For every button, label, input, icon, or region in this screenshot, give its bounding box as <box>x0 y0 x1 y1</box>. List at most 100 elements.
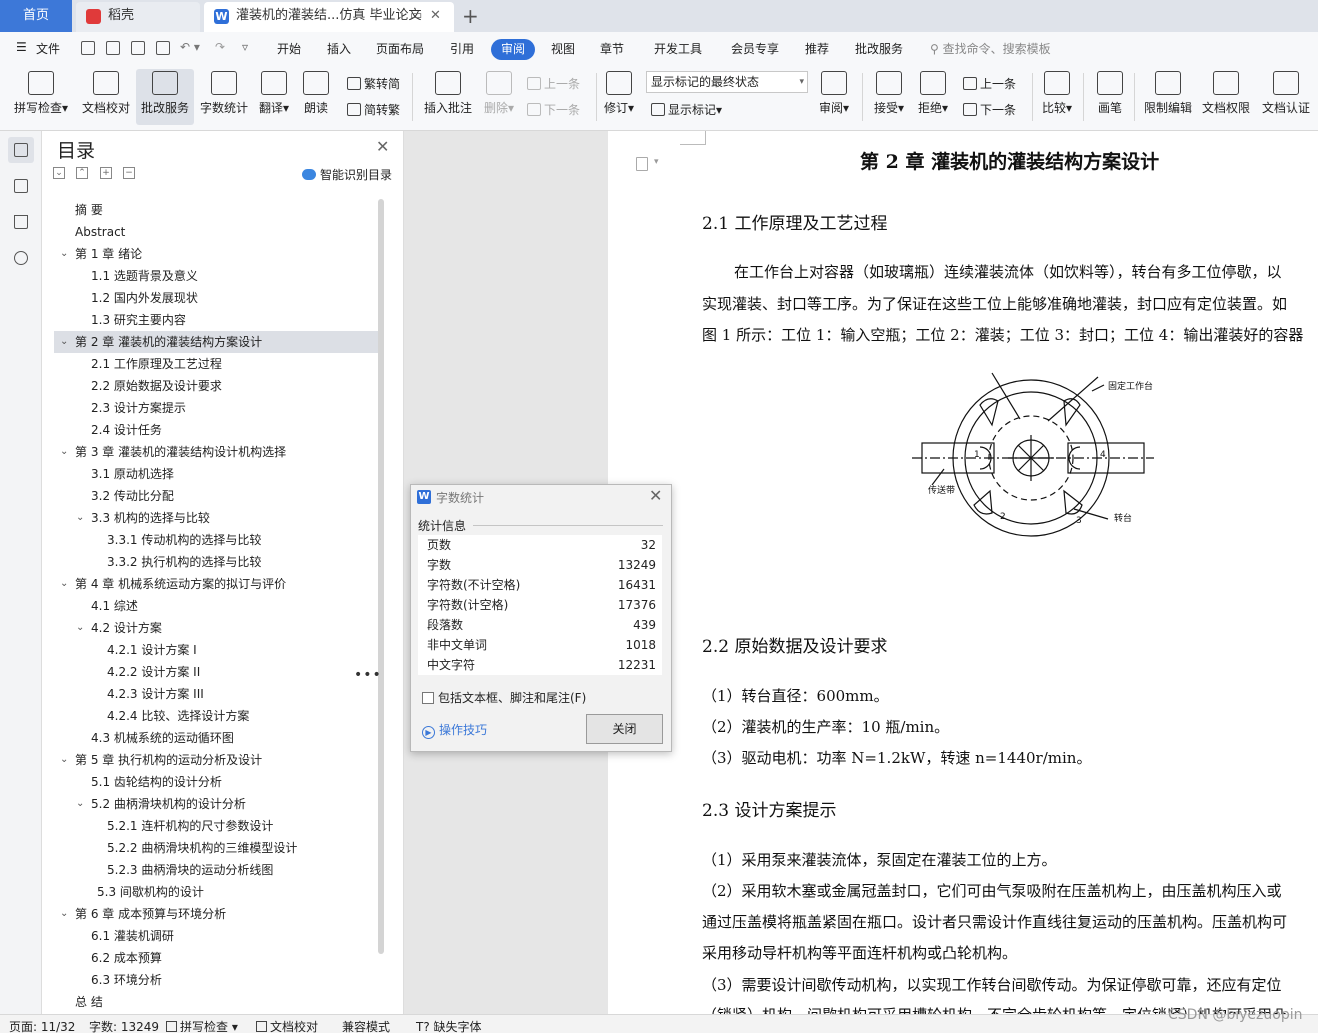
toc-item[interactable]: ⌄ 第 2 章 灌装机的灌装结构方案设计 <box>54 331 380 353</box>
grading-button[interactable]: 批改服务 <box>136 69 194 125</box>
toc-item[interactable]: 3.3.1 传动机构的选择与比较 <box>54 529 380 551</box>
customize-icon[interactable]: ▿ <box>242 40 248 54</box>
close-button[interactable]: 关闭 <box>586 714 663 744</box>
chevron-down-icon[interactable]: ⌄ <box>76 617 84 639</box>
hamburger-icon[interactable]: ☰ <box>16 40 27 54</box>
new-tab-icon[interactable]: + <box>462 2 479 30</box>
toc-item[interactable]: 总 结 <box>54 991 380 1013</box>
word-count-button[interactable]: 字数统计 <box>197 69 251 125</box>
chevron-down-icon[interactable]: ▾ <box>654 157 659 167</box>
menu-reference[interactable]: 引用 <box>450 40 474 57</box>
preview-icon[interactable] <box>156 41 170 55</box>
undo-icon[interactable]: ↶ ▾ <box>180 40 200 54</box>
markup-state-select[interactable]: 显示标记的最终状态 ▾ <box>646 71 808 93</box>
chevron-down-icon[interactable]: ⌄ <box>60 331 68 353</box>
read-aloud-button[interactable]: 朗读 <box>298 69 334 125</box>
navigation-button[interactable] <box>8 173 34 199</box>
show-markup-button[interactable]: 显示标记▾ <box>651 101 722 118</box>
chevron-down-icon[interactable]: ⌄ <box>76 507 84 529</box>
collapse-all-icon[interactable]: ⌄ <box>53 167 65 179</box>
toc-item[interactable]: 2.4 设计任务 <box>54 419 380 441</box>
toc-item[interactable]: 3.3.2 执行机构的选择与比较 <box>54 551 380 573</box>
restrict-edit-button[interactable]: 限制编辑 <box>1141 69 1195 125</box>
missing-font[interactable]: T? 缺失字体 <box>416 1018 482 1033</box>
tab-home[interactable]: 首页 <box>0 0 72 32</box>
toc-scrollbar[interactable] <box>378 199 384 954</box>
menu-devtools[interactable]: 开发工具 <box>654 40 702 57</box>
toc-item[interactable]: 4.2.2 设计方案 II <box>54 661 380 683</box>
insert-comment-button[interactable]: 插入批注 <box>421 69 475 125</box>
toc-item[interactable]: 4.1 综述 <box>54 595 380 617</box>
toc-item[interactable]: ⌄ 第 1 章 绪论 <box>54 243 380 265</box>
toc-item[interactable]: 摘 要 <box>54 199 380 221</box>
toc-item[interactable]: ⌄ 5.2 曲柄滑块机构的设计分析 <box>54 793 380 815</box>
toc-item[interactable]: 2.2 原始数据及设计要求 <box>54 375 380 397</box>
menu-recommend[interactable]: 推荐 <box>805 40 829 57</box>
tab-document[interactable]: W 灌装机的灌装结...仿真 毕业论文 ▭ ✕ <box>204 2 454 32</box>
command-search[interactable]: ⚲ 查找命令、搜索模板 <box>930 40 1051 57</box>
to-traditional-button[interactable]: 繁转简 <box>347 75 400 92</box>
chevron-down-icon[interactable]: ⌄ <box>60 903 68 925</box>
toc-item[interactable]: 1.2 国内外发展现状 <box>54 287 380 309</box>
save-icon[interactable] <box>81 41 95 55</box>
doc-cert-button[interactable]: 文档认证 <box>1258 69 1314 125</box>
toc-item[interactable]: Abstract <box>54 221 380 243</box>
toc-toggle-button[interactable] <box>8 137 34 163</box>
export-icon[interactable] <box>106 41 120 55</box>
doc-rights-button[interactable]: 文档权限 <box>1199 69 1253 125</box>
chevron-down-icon[interactable]: ⌄ <box>60 749 68 771</box>
word-count-indicator[interactable]: 字数: 13249 <box>89 1018 159 1033</box>
review-button[interactable]: 审阅▾ <box>815 69 853 125</box>
toc-item[interactable]: ⌄ 第 5 章 执行机构的运动分析及设计 <box>54 749 380 771</box>
reject-button[interactable]: 拒绝▾ <box>914 69 952 125</box>
toc-item[interactable]: ⌄ 第 6 章 成本预算与环境分析 <box>54 903 380 925</box>
window-icon[interactable]: ▭ <box>410 2 422 30</box>
toc-item[interactable]: ⌄ 4.2 设计方案 <box>54 617 380 639</box>
prev-comment-button[interactable]: 上一条 <box>527 75 580 92</box>
redo-icon[interactable]: ↷ <box>215 40 225 54</box>
track-changes-button[interactable]: 修订▾ <box>602 69 636 125</box>
status-spellcheck[interactable]: 拼写检查 ▾ <box>166 1018 238 1033</box>
next-change-button[interactable]: 下一条 <box>963 101 1016 118</box>
toc-item[interactable]: ⌄ 第 3 章 灌装机的灌装结构设计机构选择 <box>54 441 380 463</box>
toc-item[interactable]: ⌄ 3.3 机构的选择与比较 <box>54 507 380 529</box>
toc-item[interactable]: 3.1 原动机选择 <box>54 463 380 485</box>
toc-item[interactable]: 5.3 间歇机构的设计 <box>54 881 380 903</box>
include-textbox-checkbox[interactable]: 包括文本框、脚注和尾注(F) <box>422 689 586 706</box>
toc-item[interactable]: 5.2.2 曲柄滑块机构的三维模型设计 <box>54 837 380 859</box>
compare-button[interactable]: 比较▾ <box>1038 69 1076 125</box>
bookmark-button[interactable] <box>8 209 34 235</box>
toc-item[interactable]: 1.1 选题背景及意义 <box>54 265 380 287</box>
chevron-down-icon[interactable]: ⌄ <box>60 243 68 265</box>
menu-review[interactable]: 审阅 <box>491 39 535 60</box>
toc-item[interactable]: 2.3 设计方案提示 <box>54 397 380 419</box>
menu-layout[interactable]: 页面布局 <box>376 40 424 57</box>
toc-item[interactable]: 6.1 灌装机调研 <box>54 925 380 947</box>
pen-button[interactable]: 画笔 <box>1092 69 1128 125</box>
menu-member[interactable]: 会员专享 <box>731 40 779 57</box>
toc-item[interactable]: 6.3 环境分析 <box>54 969 380 991</box>
more-icon[interactable]: ••• <box>354 667 382 683</box>
accept-button[interactable]: 接受▾ <box>870 69 908 125</box>
menu-grading[interactable]: 批改服务 <box>855 40 903 57</box>
toc-item[interactable]: 6.2 成本预算 <box>54 947 380 969</box>
tips-link[interactable]: ▶ 操作技巧 <box>422 721 487 739</box>
menu-start[interactable]: 开始 <box>277 40 301 57</box>
next-comment-button[interactable]: 下一条 <box>527 101 580 118</box>
document-icon[interactable] <box>636 157 648 171</box>
remove-heading-icon[interactable]: − <box>123 167 135 179</box>
toc-item[interactable]: 3.2 传动比分配 <box>54 485 380 507</box>
chevron-down-icon[interactable]: ⌄ <box>76 793 84 815</box>
toc-item[interactable]: 5.2.1 连杆机构的尺寸参数设计 <box>54 815 380 837</box>
toc-item[interactable]: 4.2.4 比较、选择设计方案 <box>54 705 380 727</box>
smart-toc-button[interactable]: 智能识别目录 <box>302 166 392 183</box>
close-icon[interactable]: ✕ <box>376 137 389 156</box>
chevron-down-icon[interactable]: ⌄ <box>60 573 68 595</box>
menu-view[interactable]: 视图 <box>551 40 575 57</box>
chevron-down-icon[interactable]: ⌄ <box>60 441 68 463</box>
find-button[interactable] <box>8 245 34 271</box>
expand-all-icon[interactable]: ⌃ <box>76 167 88 179</box>
toc-item[interactable]: 5.2.3 曲柄滑块的运动分析线图 <box>54 859 380 881</box>
status-proof[interactable]: 文档校对 <box>256 1018 318 1033</box>
menu-chapter[interactable]: 章节 <box>600 40 624 57</box>
